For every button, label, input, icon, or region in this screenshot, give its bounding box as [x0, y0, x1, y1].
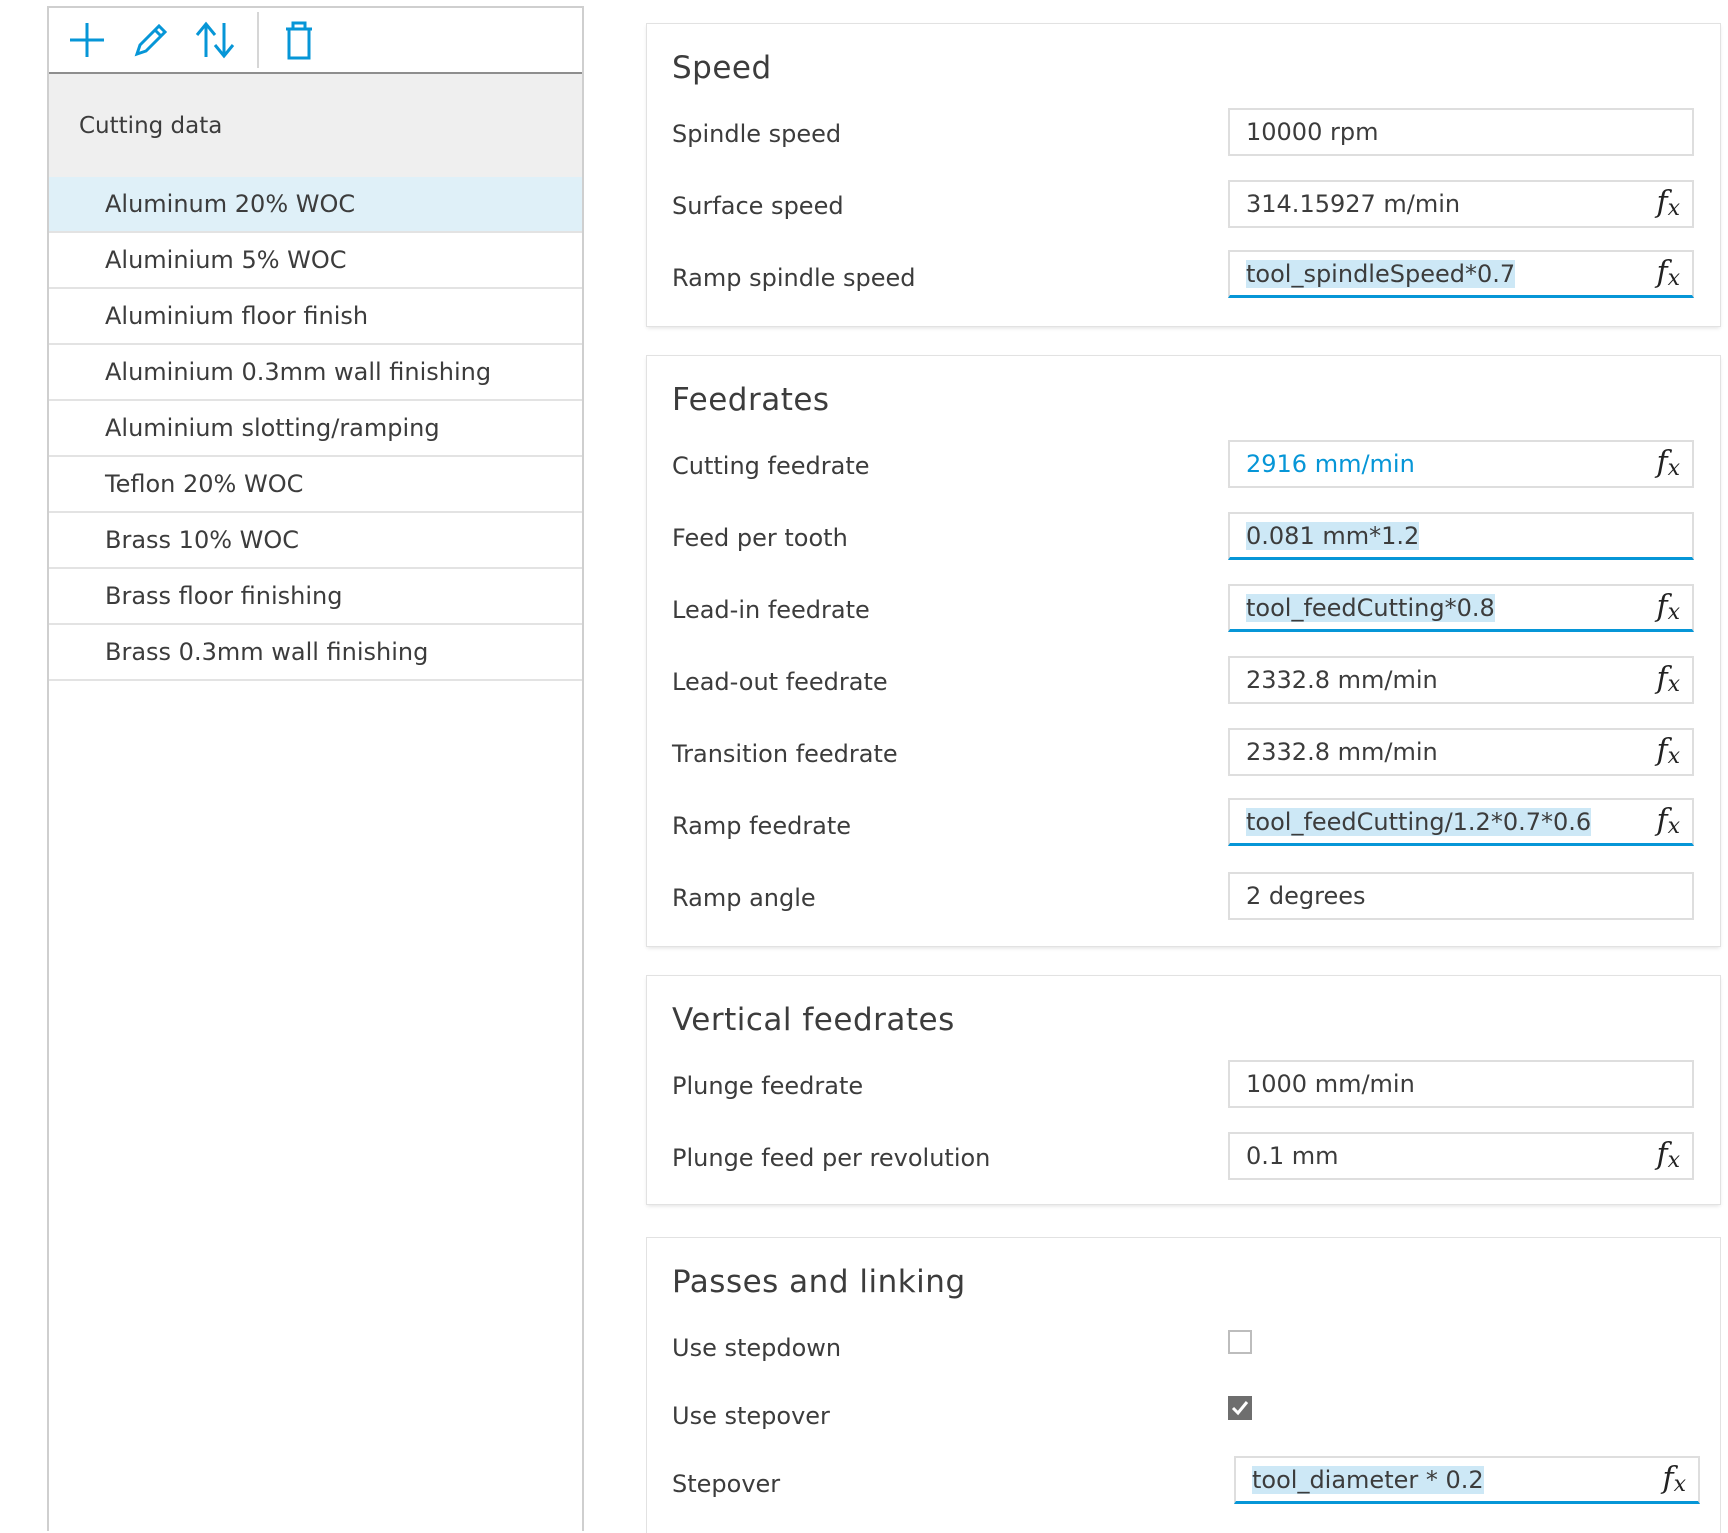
cutting-feedrate-label: Cutting feedrate	[672, 452, 870, 480]
list-item-label: Brass 0.3mm wall finishing	[105, 638, 429, 666]
cutting-feedrate-value: 2916 mm/min	[1246, 450, 1415, 478]
plunge-feed-per-revolution-input[interactable]: 0.1 mm fx	[1228, 1132, 1694, 1180]
plunge-feed-per-revolution-value: 0.1 mm	[1246, 1142, 1339, 1170]
fx-icon[interactable]: fx	[1656, 803, 1680, 839]
list-item-label: Brass 10% WOC	[105, 526, 300, 554]
lead-in-feedrate-label: Lead-in feedrate	[672, 596, 870, 624]
cutting-feedrate-input[interactable]: 2916 mm/min fx	[1228, 440, 1694, 488]
surface-speed-label: Surface speed	[672, 192, 844, 220]
toolbar-separator	[257, 12, 259, 68]
feed-per-tooth-label: Feed per tooth	[672, 524, 848, 552]
transition-feedrate-value: 2332.8 mm/min	[1246, 738, 1438, 766]
spindle-speed-label: Spindle speed	[672, 120, 842, 148]
ramp-spindle-speed-label: Ramp spindle speed	[672, 264, 916, 292]
list-toolbar	[49, 8, 582, 74]
trash-icon	[286, 21, 312, 60]
vertical-feedrates-section: Vertical feedrates Plunge feedrate 1000 …	[647, 976, 1720, 1204]
stepover-label: Stepover	[672, 1470, 781, 1498]
speed-section: Speed Spindle speed 10000 rpm Surface sp…	[647, 24, 1720, 326]
feedrates-section: Feedrates Cutting feedrate 2916 mm/min f…	[647, 356, 1720, 946]
list-item[interactable]: Aluminium 0.3mm wall finishing	[49, 345, 582, 401]
plus-icon	[70, 23, 104, 57]
surface-speed-value: 314.15927 m/min	[1246, 190, 1461, 218]
surface-speed-input[interactable]: 314.15927 m/min fx	[1228, 180, 1694, 228]
list-item-label: Aluminium floor finish	[105, 302, 369, 330]
list-item[interactable]: Brass 0.3mm wall finishing	[49, 625, 582, 681]
use-stepdown-label: Use stepdown	[672, 1334, 842, 1362]
passes-linking-title: Passes and linking	[672, 1264, 966, 1300]
list-item-label: Aluminum 20% WOC	[105, 190, 356, 218]
list-item[interactable]: Aluminium 5% WOC	[49, 233, 582, 289]
spindle-speed-input[interactable]: 10000 rpm	[1228, 108, 1694, 156]
ramp-feedrate-input[interactable]: tool_feedCutting/1.2*0.7*0.6 fx	[1228, 798, 1694, 846]
ramp-angle-value: 2 degrees	[1246, 882, 1366, 910]
use-stepover-checkbox[interactable]	[1228, 1396, 1252, 1420]
edit-button[interactable]	[123, 12, 179, 68]
list-item-label: Aluminium slotting/ramping	[105, 414, 440, 442]
list-item[interactable]: Brass 10% WOC	[49, 513, 582, 569]
list-item-label: Brass floor finishing	[105, 582, 343, 610]
sort-button[interactable]	[187, 12, 243, 68]
fx-icon[interactable]: fx	[1656, 661, 1680, 697]
pencil-icon	[134, 23, 168, 57]
transition-feedrate-input[interactable]: 2332.8 mm/min fx	[1228, 728, 1694, 776]
add-button[interactable]	[59, 12, 115, 68]
list-header: Cutting data	[49, 74, 582, 177]
cutting-data-panel: Cutting data Aluminum 20% WOC Aluminium …	[47, 6, 584, 1531]
ramp-angle-input[interactable]: 2 degrees	[1228, 872, 1694, 920]
stepover-value: tool_diameter * 0.2	[1252, 1465, 1484, 1494]
plunge-feedrate-label: Plunge feedrate	[672, 1072, 864, 1100]
delete-button[interactable]	[271, 12, 327, 68]
plunge-feedrate-input[interactable]: 1000 mm/min	[1228, 1060, 1694, 1108]
fx-icon[interactable]: fx	[1662, 1461, 1686, 1497]
fx-icon[interactable]: fx	[1656, 185, 1680, 221]
ramp-feedrate-label: Ramp feedrate	[672, 812, 852, 840]
list-item-label: Aluminium 0.3mm wall finishing	[105, 358, 492, 386]
ramp-angle-label: Ramp angle	[672, 884, 816, 912]
ramp-spindle-speed-input[interactable]: tool_spindleSpeed*0.7 fx	[1228, 250, 1694, 298]
spindle-speed-value: 10000 rpm	[1246, 118, 1379, 146]
list-item-label: Teflon 20% WOC	[105, 470, 304, 498]
transition-feedrate-label: Transition feedrate	[672, 740, 898, 768]
fx-icon[interactable]: fx	[1656, 589, 1680, 625]
vertical-feedrates-title: Vertical feedrates	[672, 1002, 955, 1038]
lead-in-feedrate-input[interactable]: tool_feedCutting*0.8 fx	[1228, 584, 1694, 632]
use-stepdown-checkbox[interactable]	[1228, 1330, 1252, 1354]
list-item[interactable]: Aluminum 20% WOC	[49, 177, 582, 233]
passes-linking-section: Passes and linking Use stepdown Use step…	[647, 1238, 1720, 1533]
ramp-spindle-speed-value: tool_spindleSpeed*0.7	[1246, 259, 1516, 288]
plunge-feedrate-value: 1000 mm/min	[1246, 1070, 1415, 1098]
fx-icon[interactable]: fx	[1656, 445, 1680, 481]
fx-icon[interactable]: fx	[1656, 1137, 1680, 1173]
feedrates-title: Feedrates	[672, 382, 830, 418]
list-item[interactable]: Aluminium floor finish	[49, 289, 582, 345]
list-item[interactable]: Aluminium slotting/ramping	[49, 401, 582, 457]
lead-out-feedrate-input[interactable]: 2332.8 mm/min fx	[1228, 656, 1694, 704]
checkmark-icon	[1231, 1401, 1249, 1416]
ramp-feedrate-value: tool_feedCutting/1.2*0.7*0.6	[1246, 807, 1592, 836]
list-item[interactable]: Brass floor finishing	[49, 569, 582, 625]
fx-icon[interactable]: fx	[1656, 255, 1680, 291]
lead-out-feedrate-label: Lead-out feedrate	[672, 668, 888, 696]
feed-per-tooth-input[interactable]: 0.081 mm*1.2	[1228, 512, 1694, 560]
list-item-label: Aluminium 5% WOC	[105, 246, 347, 274]
stepover-input[interactable]: tool_diameter * 0.2 fx	[1234, 1456, 1700, 1504]
feed-per-tooth-value: 0.081 mm*1.2	[1246, 521, 1420, 550]
speed-title: Speed	[672, 50, 772, 86]
plunge-feed-per-revolution-label: Plunge feed per revolution	[672, 1144, 991, 1172]
lead-out-feedrate-value: 2332.8 mm/min	[1246, 666, 1438, 694]
sort-arrows-icon	[195, 21, 235, 59]
fx-icon[interactable]: fx	[1656, 733, 1680, 769]
list-item[interactable]: Teflon 20% WOC	[49, 457, 582, 513]
use-stepover-label: Use stepover	[672, 1402, 830, 1430]
lead-in-feedrate-value: tool_feedCutting*0.8	[1246, 593, 1495, 622]
